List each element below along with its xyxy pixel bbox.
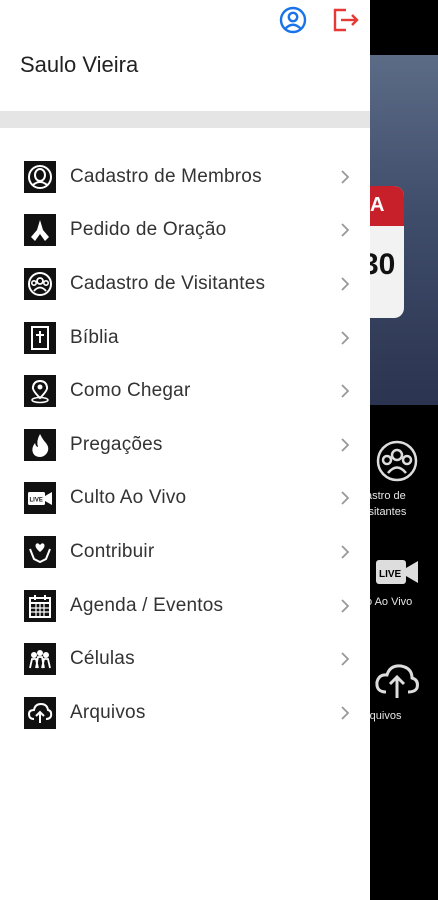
menu-item-label: Arquivos (70, 701, 146, 723)
praying-hands-icon (24, 214, 56, 247)
member-face-icon (24, 160, 56, 193)
header-divider (0, 111, 370, 128)
cloud-upload-icon (375, 664, 419, 698)
menu-item-contribuir[interactable]: Contribuir (0, 525, 370, 579)
menu-item-label: Agenda / Eventos (70, 594, 224, 616)
menu-item-agenda-eventos[interactable]: Agenda / Eventos (0, 579, 370, 633)
menu-item-celulas[interactable]: Células (0, 632, 370, 686)
chevron-right-icon (341, 706, 350, 720)
chevron-right-icon (341, 384, 350, 398)
live-video-icon: LIVE (376, 560, 418, 584)
chevron-right-icon (341, 330, 350, 345)
visitors-group-icon (376, 440, 418, 482)
giving-hands-heart-icon (24, 535, 56, 568)
user-circle-icon (279, 6, 307, 34)
menu-item-label: Bíblia (70, 326, 119, 348)
menu-item-label: Culto Ao Vivo (70, 487, 187, 509)
chevron-right-icon (341, 170, 350, 184)
menu-item-label: Cadastro de Visitantes (70, 272, 266, 294)
menu-item-pregacoes[interactable]: Pregações (0, 418, 370, 472)
bible-icon (24, 321, 56, 354)
menu-item-cadastro-visitantes[interactable]: Cadastro de Visitantes (0, 257, 370, 311)
menu-item-cadastro-membros[interactable]: Cadastro de Membros (0, 150, 370, 204)
chevron-right-icon (341, 438, 350, 452)
menu-item-label: Pregações (70, 433, 163, 455)
menu-item-label: Contribuir (70, 540, 155, 562)
chevron-right-icon (341, 277, 350, 291)
fire-icon (24, 428, 56, 461)
svg-text:LIVE: LIVE (30, 498, 43, 504)
cell-group-icon (24, 643, 56, 676)
menu-item-culto-ao-vivo[interactable]: LIVE Culto Ao Vivo (0, 472, 370, 526)
drawer-menu: Cadastro de Membros Pedido de Oração Cad… (0, 128, 370, 740)
profile-button[interactable] (279, 6, 307, 34)
background-tile-label: rquivos (366, 710, 402, 722)
background-tile-label: isitantes (366, 506, 407, 518)
navigation-drawer: Saulo Vieira Cadastro de Membros Pedido … (0, 0, 370, 900)
background-tile-visitantes: astro de isitantes (360, 440, 438, 520)
background-tile-arquivos: rquivos (360, 660, 438, 724)
menu-item-pedido-oracao[interactable]: Pedido de Oração (0, 204, 370, 258)
map-pin-icon (24, 375, 56, 408)
menu-item-arquivos[interactable]: Arquivos (0, 686, 370, 740)
chevron-right-icon (341, 545, 350, 559)
menu-item-label: Células (70, 648, 135, 670)
chevron-right-icon (341, 598, 350, 613)
menu-item-label: Cadastro de Membros (70, 165, 262, 187)
menu-item-biblia[interactable]: Bíblia (0, 311, 370, 365)
user-name: Saulo Vieira (20, 52, 139, 77)
background-tile-culto: LIVE o Ao Vivo (360, 556, 438, 610)
calendar-icon (24, 589, 56, 622)
drawer-header: Saulo Vieira (0, 0, 370, 111)
chevron-right-icon (341, 491, 350, 505)
cloud-upload-icon (24, 696, 56, 729)
background-tile-label: astro de (366, 490, 406, 502)
menu-item-como-chegar[interactable]: Como Chegar (0, 364, 370, 418)
logout-button[interactable] (331, 6, 359, 34)
chevron-right-icon (341, 223, 350, 238)
logout-icon (333, 8, 359, 32)
chevron-right-icon (341, 652, 350, 666)
menu-item-label: Como Chegar (70, 380, 191, 402)
visitors-group-icon (24, 267, 56, 300)
svg-text:LIVE: LIVE (379, 569, 402, 580)
menu-item-label: Pedido de Oração (70, 219, 227, 241)
live-video-icon: LIVE (24, 482, 56, 515)
background-tile-label: o Ao Vivo (366, 596, 413, 608)
